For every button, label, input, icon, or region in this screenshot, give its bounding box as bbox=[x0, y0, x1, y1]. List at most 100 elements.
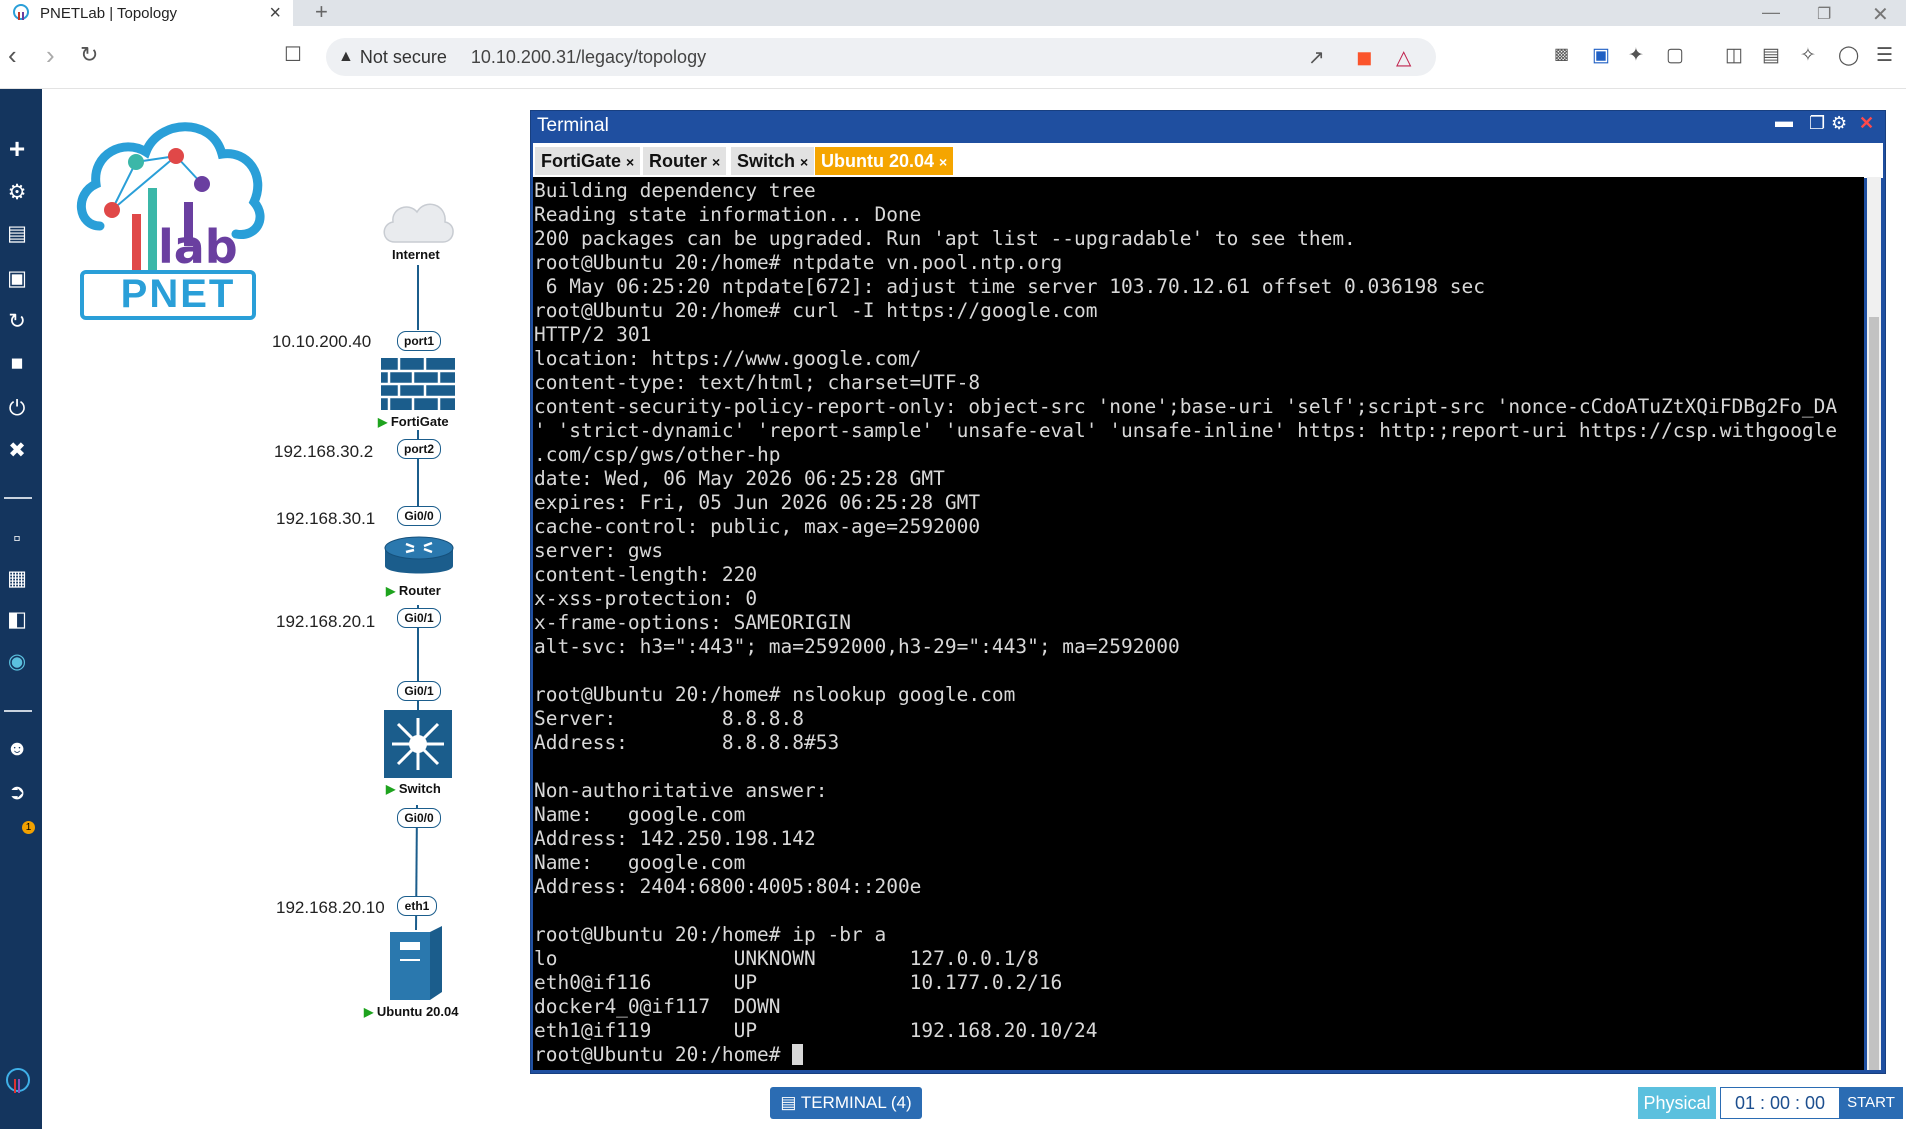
firewall-icon[interactable] bbox=[381, 358, 455, 410]
start-button[interactable]: START bbox=[1839, 1087, 1903, 1119]
new-tab-button[interactable]: + bbox=[315, 0, 328, 25]
terminal-output: Building dependency tree Reading state i… bbox=[533, 177, 1864, 1067]
server-icon[interactable] bbox=[390, 926, 442, 1000]
brave-rewards-icon[interactable]: △ bbox=[1396, 45, 1411, 70]
node-label-ubuntu: ▶ Ubuntu 20.04 bbox=[364, 1004, 458, 1019]
node-label-router: ▶ Router bbox=[386, 583, 441, 598]
tools-icon[interactable]: ✖ bbox=[0, 439, 34, 463]
share-icon[interactable]: ↗ bbox=[1308, 45, 1325, 70]
logo-pnet-text: PNET bbox=[120, 272, 236, 316]
terminal-window[interactable]: Terminal ▬ ❐ ⚙ ✕ FortiGate × Router × Swit… bbox=[530, 110, 1886, 1074]
terminal-tab-ubuntu[interactable]: Ubuntu 20.04 × bbox=[815, 147, 954, 175]
running-indicator-icon: ▶ bbox=[378, 415, 388, 429]
terminal-output-text: Building dependency tree Reading state i… bbox=[534, 179, 1838, 1042]
wallet-icon[interactable]: ▤ bbox=[1762, 44, 1780, 67]
node-label-internet: Internet bbox=[392, 247, 440, 262]
toggle-icon[interactable]: ◉ bbox=[0, 650, 34, 674]
close-tab-icon[interactable]: × bbox=[712, 154, 720, 170]
tab-label: Router bbox=[649, 151, 707, 171]
unlock-icon[interactable]: ■ bbox=[0, 352, 34, 376]
router-icon[interactable] bbox=[384, 534, 454, 582]
sidebar-divider bbox=[4, 710, 32, 712]
logo-lab-text: lab bbox=[158, 220, 238, 274]
port-label[interactable]: port2 bbox=[397, 439, 441, 459]
terminal-tab-fortigate[interactable]: FortiGate × bbox=[535, 147, 641, 175]
tab-label: Switch bbox=[737, 151, 796, 171]
ip-label: 192.168.30.1 bbox=[276, 509, 376, 528]
map-icon[interactable]: ▦ bbox=[0, 567, 34, 591]
security-status: Not secure bbox=[359, 46, 447, 67]
node-name: Ubuntu 20.04 bbox=[376, 1004, 459, 1019]
port-label[interactable]: Gi0/0 bbox=[397, 506, 441, 526]
menu-icon[interactable]: ☰ bbox=[1876, 44, 1893, 67]
scrollbar-thumb[interactable] bbox=[1869, 317, 1879, 1070]
add-node-icon[interactable]: + bbox=[0, 135, 34, 163]
node-name: FortiGate bbox=[390, 414, 449, 429]
detach-terminal-icon[interactable]: ❐ bbox=[1809, 113, 1825, 134]
close-tab-icon[interactable]: × bbox=[269, 2, 281, 25]
close-terminal-icon[interactable]: ✕ bbox=[1859, 113, 1874, 134]
settings-terminal-icon[interactable]: ⚙ bbox=[1831, 113, 1847, 134]
terminal-screen[interactable]: Building dependency tree Reading state i… bbox=[533, 177, 1864, 1070]
list-icon[interactable]: ▤ bbox=[0, 222, 34, 246]
close-tab-icon[interactable]: × bbox=[939, 154, 947, 170]
pnetlab-favicon-icon bbox=[13, 4, 29, 20]
sidebar-toggle-icon[interactable]: ◫ bbox=[1725, 44, 1743, 67]
reload-icon[interactable]: ↻ bbox=[80, 42, 98, 68]
browser-toolbar: ‹ › ↻ ☐ ▲ Not secure 10.10.200.31/legacy… bbox=[0, 26, 1906, 89]
logout-icon[interactable]: ➲ bbox=[0, 781, 34, 805]
refresh-icon[interactable]: ↻ bbox=[0, 310, 34, 334]
screenshot-icon[interactable]: ▢ bbox=[1666, 44, 1684, 67]
power-icon[interactable]: ⏻ bbox=[0, 397, 34, 421]
tab-label: FortiGate bbox=[541, 151, 622, 171]
close-tab-icon[interactable]: × bbox=[800, 154, 808, 170]
port-label[interactable]: Gi0/1 bbox=[397, 608, 441, 628]
book-icon[interactable]: ◧ bbox=[0, 608, 34, 632]
ip-label: 192.168.20.1 bbox=[276, 612, 376, 631]
chart-icon[interactable]: ▫ bbox=[0, 527, 34, 551]
physical-button[interactable]: Physical bbox=[1638, 1087, 1716, 1119]
terminal-cursor bbox=[792, 1044, 804, 1065]
restore-window-icon[interactable]: ❐ bbox=[1817, 4, 1831, 24]
port-label[interactable]: Gi0/0 bbox=[397, 808, 441, 828]
qr-code-icon[interactable]: ▩ bbox=[1554, 44, 1569, 64]
vpn-icon[interactable]: ◯ bbox=[1838, 44, 1859, 67]
forward-icon[interactable]: › bbox=[46, 42, 55, 68]
settings-icon[interactable]: ⚙ bbox=[0, 181, 34, 205]
terminal-tab-switch[interactable]: Switch × bbox=[731, 147, 815, 175]
brave-shield-icon[interactable]: ◼ bbox=[1356, 45, 1373, 70]
close-window-icon[interactable]: ✕ bbox=[1872, 2, 1889, 27]
topology-links bbox=[415, 265, 419, 931]
minimize-window-icon[interactable]: — bbox=[1762, 2, 1780, 23]
node-label-fortigate: ▶ FortiGate bbox=[378, 414, 449, 429]
back-icon[interactable]: ‹ bbox=[8, 42, 17, 68]
terminal-tab-router[interactable]: Router × bbox=[643, 147, 727, 175]
address-bar[interactable]: ▲ Not secure 10.10.200.31/legacy/topolog… bbox=[326, 38, 1436, 76]
terminal-button[interactable]: ▤ TERMINAL (4) bbox=[770, 1087, 922, 1119]
port-label[interactable]: port1 bbox=[397, 331, 441, 351]
users-icon[interactable]: ☻ bbox=[0, 737, 34, 761]
terminal-title: Terminal bbox=[537, 115, 609, 136]
browser-tab-title: PNETLab | Topology bbox=[40, 4, 178, 22]
bitwarden-icon[interactable]: ▣ bbox=[1592, 44, 1610, 67]
extensions-icon[interactable]: ✦ bbox=[1628, 44, 1644, 67]
terminal-scrollbar[interactable] bbox=[1867, 177, 1881, 1070]
minimize-terminal-icon[interactable]: ▬ bbox=[1775, 111, 1793, 132]
close-tab-icon[interactable]: × bbox=[626, 154, 634, 170]
sidebar-divider bbox=[4, 497, 32, 499]
ip-label: 192.168.30.2 bbox=[274, 442, 374, 461]
url-text[interactable]: 10.10.200.31/legacy/topology bbox=[471, 47, 706, 68]
leo-ai-icon[interactable]: ✧ bbox=[1800, 44, 1816, 67]
monitor-icon: ▤ bbox=[780, 1093, 797, 1112]
terminal-tabs: FortiGate × Router × Switch × Ubuntu 20.04 × bbox=[533, 143, 1883, 178]
node-name: Router bbox=[398, 583, 441, 598]
image-icon[interactable]: ▣ bbox=[0, 267, 34, 291]
pnet-small-logo-icon bbox=[6, 1068, 30, 1093]
left-sidebar: + ⚙ ▤ ▣ ↻ ■ ⏻ ✖ ▫ ▦ ◧ ◉ ☻ 1 ➲ bbox=[0, 89, 42, 1129]
switch-icon[interactable] bbox=[384, 710, 452, 778]
port-label[interactable]: eth1 bbox=[397, 896, 437, 916]
browser-tab[interactable]: PNETLab | Topology × bbox=[0, 0, 293, 26]
bookmark-icon[interactable]: ☐ bbox=[284, 42, 302, 68]
cloud-icon[interactable] bbox=[379, 196, 457, 248]
port-label[interactable]: Gi0/1 bbox=[397, 681, 441, 701]
